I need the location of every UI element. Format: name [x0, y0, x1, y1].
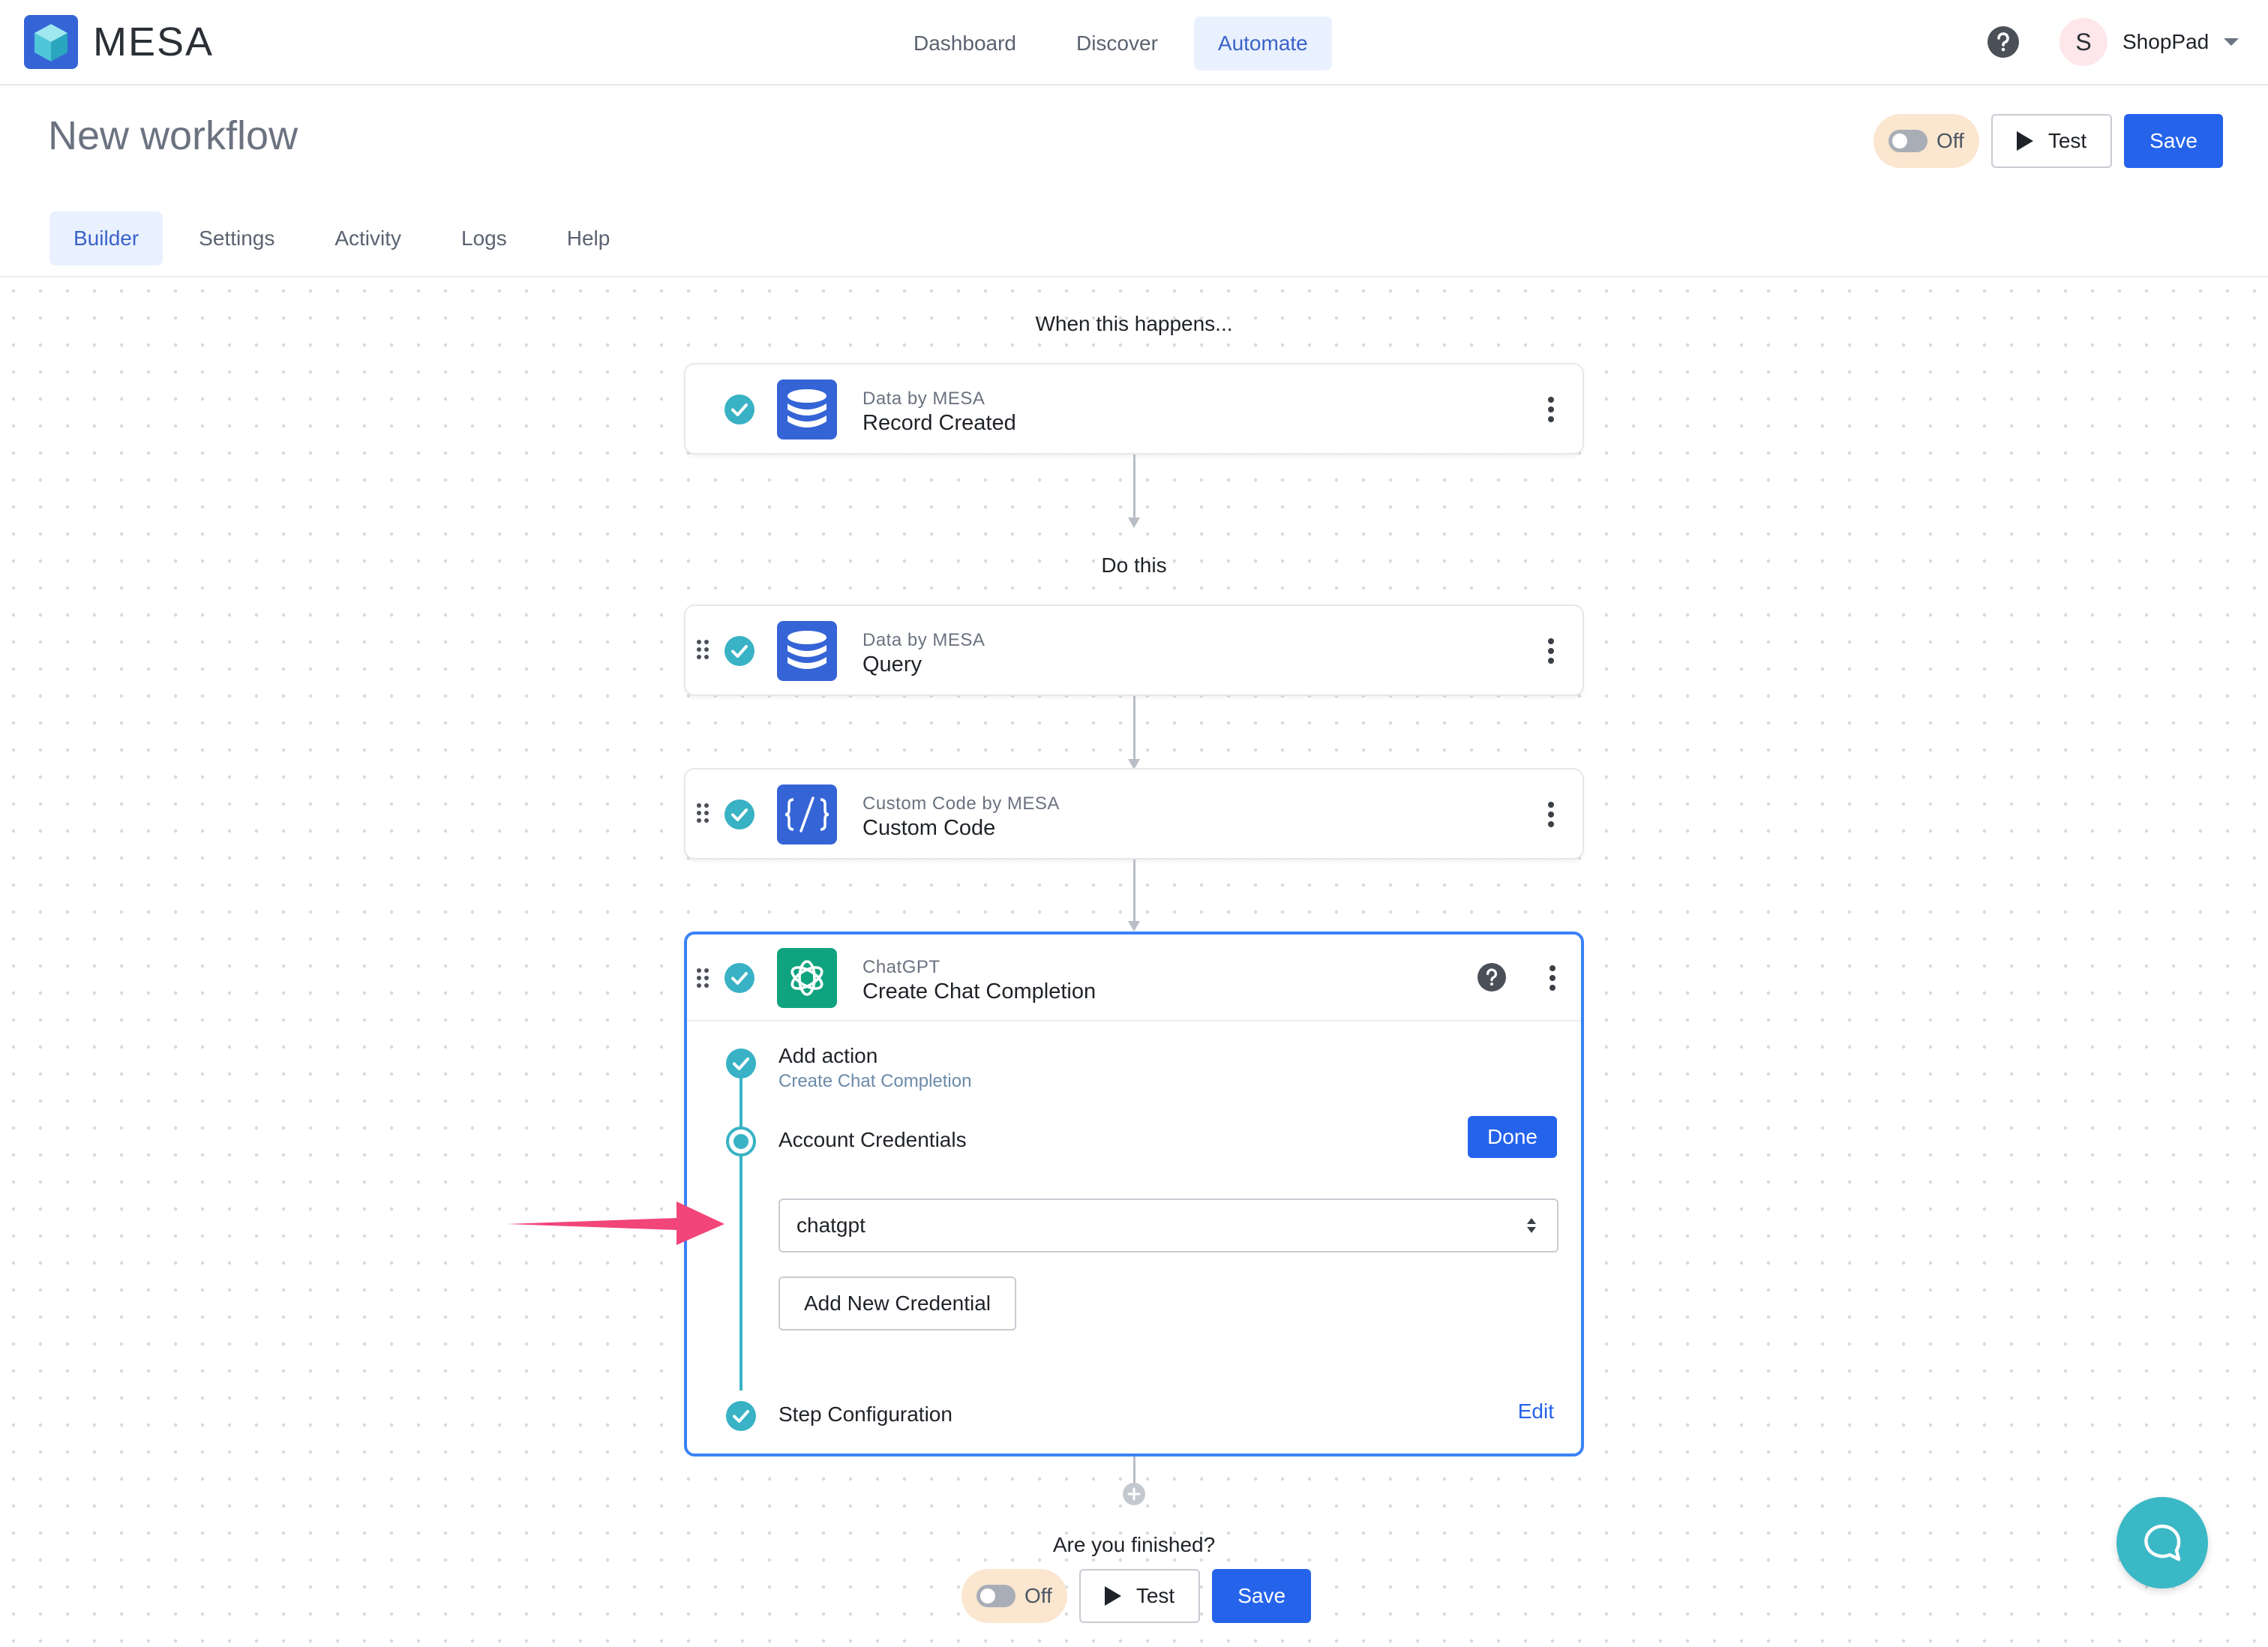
drag-handle-icon[interactable] [696, 968, 710, 988]
step-title: Create Chat Completion [862, 980, 1096, 1004]
step-app-name: ChatGPT [862, 957, 940, 977]
test-label: Test [2048, 129, 2087, 152]
account-credentials-title: Account Credentials [778, 1128, 967, 1151]
toggle-switch-icon[interactable] [1888, 130, 1928, 152]
add-action-subtitle: Create Chat Completion [778, 1071, 972, 1091]
step-app-name: Custom Code by MESA [862, 794, 1060, 814]
database-icon [777, 621, 837, 681]
finished-label: Are you finished? [1052, 1533, 1216, 1556]
tab-help[interactable]: Help [543, 212, 634, 266]
annotation-arrow-icon [507, 1202, 724, 1245]
current-step-icon [726, 1126, 756, 1156]
avatar[interactable]: S [2060, 18, 2108, 66]
custom-code-card[interactable]: Custom Code by MESA Custom Code [684, 768, 1584, 860]
more-options-icon[interactable] [1546, 396, 1556, 423]
save-button-footer[interactable]: Save [1212, 1569, 1312, 1623]
toggle-label: Off [1936, 129, 1964, 152]
chatgpt-step-card[interactable]: ChatGPT Create Chat Completion Add actio… [684, 932, 1584, 1456]
database-icon [777, 380, 837, 440]
chat-support-button[interactable] [2116, 1497, 2208, 1588]
check-circle-icon [724, 636, 754, 666]
tab-builder[interactable]: Builder [50, 212, 164, 266]
drag-handle-icon[interactable] [696, 639, 710, 660]
trigger-card[interactable]: Data by MESA Record Created [684, 363, 1584, 454]
workflow-toggle-footer[interactable]: Off [962, 1569, 1067, 1623]
connector-arrow-icon [1128, 921, 1140, 932]
toggle-switch-icon[interactable] [976, 1585, 1016, 1607]
chat-bubble-icon [2144, 1524, 2181, 1562]
connector-line [1133, 860, 1136, 927]
more-options-icon[interactable] [1546, 638, 1556, 664]
query-card[interactable]: Data by MESA Query [684, 604, 1584, 696]
help-icon[interactable] [1478, 963, 1506, 992]
play-icon [2016, 131, 2033, 151]
cube-logo-icon [24, 15, 78, 69]
add-action-title[interactable]: Add action [778, 1044, 878, 1068]
footer-actions: Off Test Save [962, 1569, 1312, 1623]
more-options-icon[interactable] [1546, 801, 1556, 828]
nav-automate[interactable]: Automate [1193, 16, 1332, 70]
main-nav: Dashboard Discover Automate [890, 16, 1344, 70]
workflow-toggle[interactable]: Off [1873, 114, 1979, 168]
select-arrows-icon [1527, 1218, 1536, 1233]
check-circle-icon [724, 963, 754, 993]
user-name[interactable]: ShopPad [2122, 30, 2209, 54]
step-title: Record Created [862, 411, 1016, 435]
code-icon [777, 784, 837, 844]
check-circle-icon [726, 1048, 756, 1078]
brand-name: MESA [93, 20, 214, 64]
check-circle-icon [724, 800, 754, 830]
check-circle-icon [726, 1401, 756, 1431]
tab-activity[interactable]: Activity [310, 212, 425, 266]
nav-dashboard[interactable]: Dashboard [890, 16, 1040, 70]
step-app-name: Data by MESA [862, 630, 986, 650]
edit-configuration-link[interactable]: Edit [1518, 1400, 1554, 1424]
header-actions: Off Test Save [1873, 114, 2223, 168]
workflow-tabs: Builder Settings Activity Logs Help [50, 212, 646, 266]
chatgpt-card-header[interactable]: ChatGPT Create Chat Completion [687, 934, 1581, 1022]
connector-arrow-icon [1128, 518, 1140, 528]
chevron-down-icon[interactable] [2224, 38, 2240, 46]
openai-icon [777, 948, 837, 1008]
step-configuration-title[interactable]: Step Configuration [778, 1402, 952, 1426]
help-icon[interactable] [1988, 26, 2019, 58]
add-step-icon[interactable] [1122, 1482, 1146, 1506]
nav-discover[interactable]: Discover [1052, 16, 1182, 70]
drag-handle-icon[interactable] [696, 802, 710, 824]
done-button[interactable]: Done [1468, 1116, 1557, 1158]
user-menu[interactable]: S ShopPad [2060, 18, 2240, 66]
credential-select-value: chatgpt [796, 1214, 866, 1237]
page-title: New workflow [48, 113, 298, 158]
save-button[interactable]: Save [2124, 114, 2223, 168]
step-progress-line [740, 1064, 742, 1390]
trigger-section-label: When this happens... [1035, 312, 1233, 335]
connector-line [1133, 696, 1136, 764]
step-app-name: Data by MESA [862, 388, 986, 409]
test-label: Test [1136, 1584, 1175, 1607]
more-options-icon[interactable] [1548, 964, 1557, 992]
toggle-label: Off [1024, 1584, 1052, 1607]
check-circle-icon [724, 394, 754, 424]
credential-select[interactable]: chatgpt [778, 1198, 1558, 1252]
connector-line [1133, 454, 1136, 522]
action-section-label: Do this [1101, 554, 1167, 577]
tab-logs[interactable]: Logs [437, 212, 531, 266]
test-button-footer[interactable]: Test [1078, 1569, 1201, 1623]
top-bar: MESA Dashboard Discover Automate S ShopP… [0, 0, 2268, 86]
brand-logo[interactable]: MESA [24, 15, 214, 69]
tab-settings[interactable]: Settings [175, 212, 298, 266]
play-icon [1104, 1586, 1121, 1606]
step-title: Query [862, 652, 922, 676]
test-button[interactable]: Test [1990, 114, 2113, 168]
add-new-credential-button[interactable]: Add New Credential [778, 1276, 1017, 1330]
step-title: Custom Code [862, 816, 996, 840]
